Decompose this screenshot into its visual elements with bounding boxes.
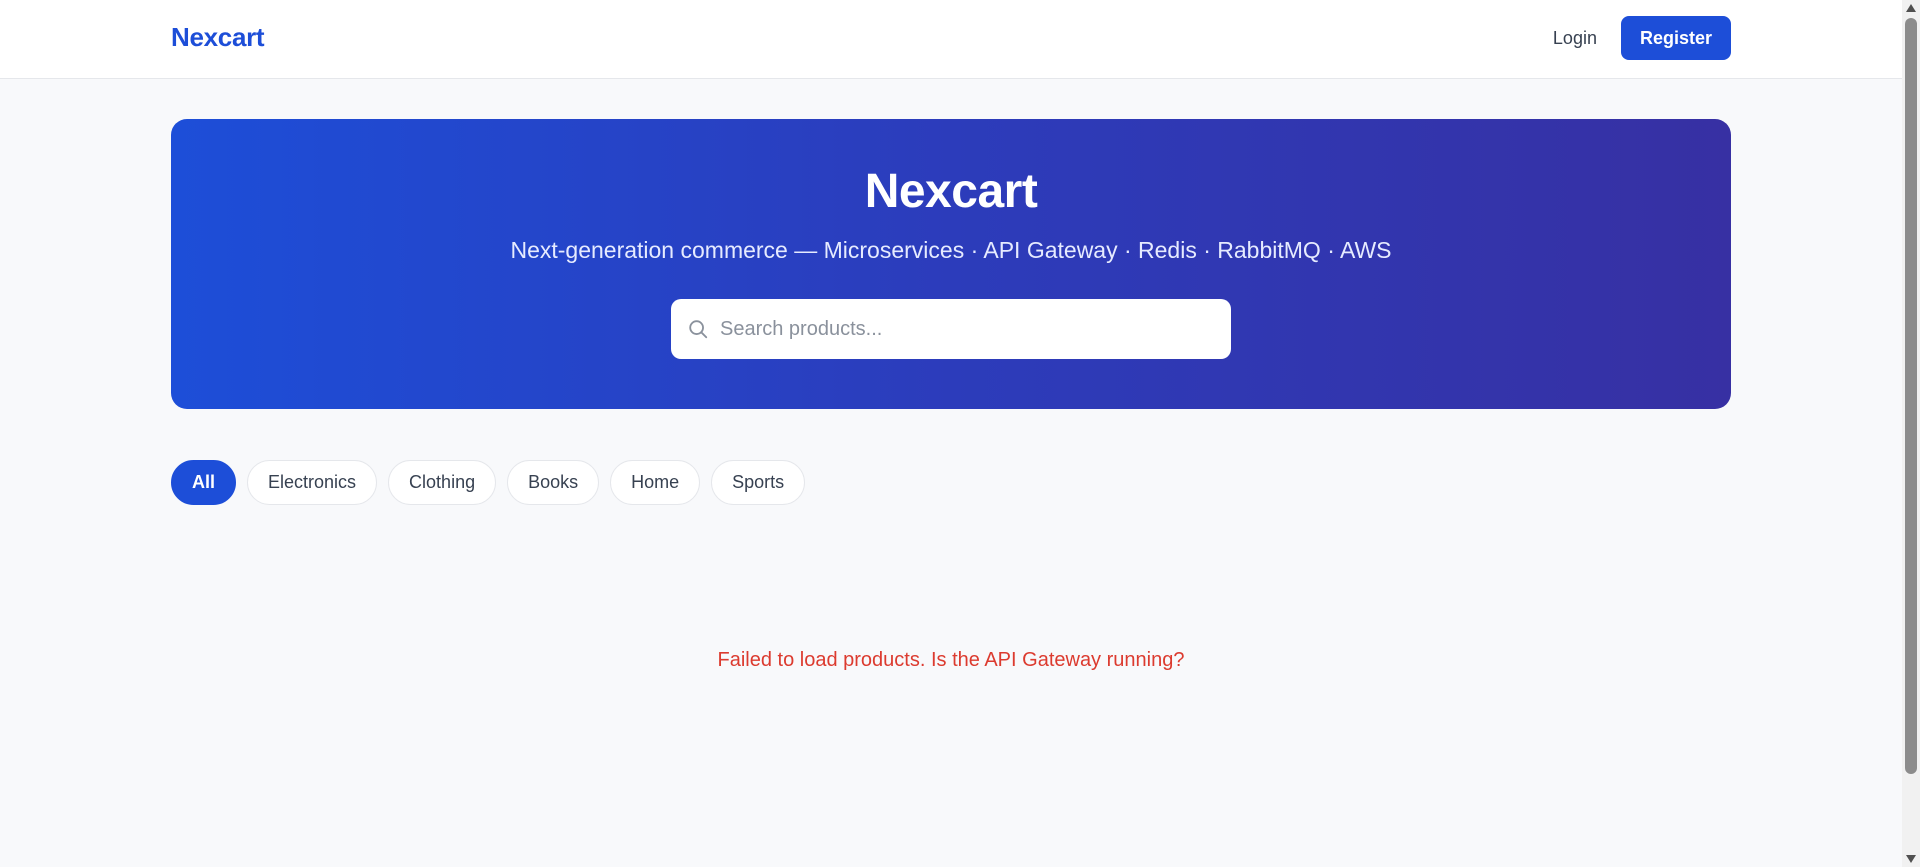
login-link[interactable]: Login (1549, 22, 1601, 55)
category-filters: All Electronics Clothing Books Home Spor… (171, 460, 806, 505)
navbar: Nexcart Login Register (0, 0, 1902, 79)
filter-sports[interactable]: Sports (711, 460, 806, 505)
filter-all[interactable]: All (171, 460, 237, 505)
brand-logo[interactable]: Nexcart (171, 22, 265, 53)
scroll-down-icon[interactable] (1906, 855, 1916, 863)
scroll-up-icon[interactable] (1906, 4, 1916, 12)
filter-home[interactable]: Home (610, 460, 701, 505)
search-input[interactable] (720, 299, 1231, 359)
search-box (671, 299, 1231, 359)
filter-electronics[interactable]: Electronics (247, 460, 378, 505)
scroll-thumb[interactable] (1905, 18, 1917, 774)
hero-title: Nexcart (864, 165, 1038, 218)
search-icon (686, 317, 710, 341)
filter-clothing[interactable]: Clothing (388, 460, 497, 505)
filter-books[interactable]: Books (507, 460, 600, 505)
hero-subtitle: Next-generation commerce — Microservices… (510, 237, 1392, 263)
hero-banner: Nexcart Next-generation commerce — Micro… (171, 119, 1731, 409)
nav-actions: Login Register (1549, 16, 1731, 60)
error-message: Failed to load products. Is the API Gate… (717, 649, 1185, 671)
register-button[interactable]: Register (1620, 16, 1731, 60)
scrollbar[interactable] (1902, 0, 1920, 867)
